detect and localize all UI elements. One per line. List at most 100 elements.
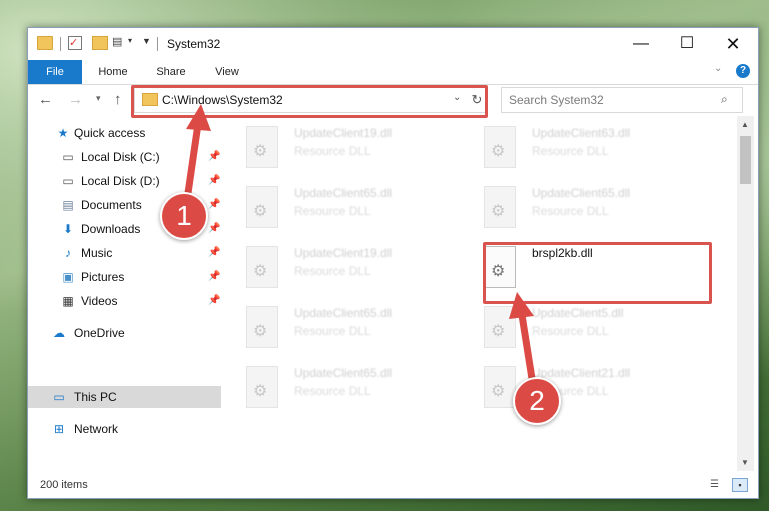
sidebar-item-music[interactable]: ♪ Music 📌 [28,242,221,264]
music-icon: ♪ [65,246,71,260]
search-box[interactable]: Search System32 ⌕ [501,87,743,113]
sidebar-item-label: Local Disk (D:) [81,174,160,188]
forward-arrow-icon[interactable]: → [68,91,83,108]
file-highlight [483,242,712,304]
dll-file-icon: ⚙ [246,126,278,168]
tab-share[interactable]: Share [148,60,194,84]
file-description: Resource DLL [294,264,371,278]
close-button[interactable]: ✕ [710,28,756,60]
sidebar-item-pictures[interactable]: ▣ Pictures 📌 [28,266,221,288]
navigation-pane: ★ Quick access ▭ Local Disk (C:) 📌 ▭ Loc… [28,116,221,471]
dll-file-icon: ⚙ [484,366,516,408]
gear-icon: ⚙ [253,203,268,220]
customize-dropdown-icon[interactable]: ▾ [128,36,132,45]
list-icon[interactable]: ▤ [112,36,126,48]
address-bar-highlight [131,85,488,118]
pin-icon[interactable]: 📌 [208,242,220,264]
list-item[interactable]: ⚙ UpdateClient65.dll Resource DLL [228,364,458,416]
up-arrow-icon[interactable]: ↑ [114,91,122,108]
chevron-down-icon[interactable]: ▼ [142,36,151,46]
properties-check-icon[interactable]: ✓ [68,36,82,50]
search-icon[interactable]: ⌕ [721,92,728,107]
list-item[interactable]: ⚙ UpdateClient63.dll Resource DLL [466,124,696,176]
sidebar-item-label: OneDrive [74,326,125,340]
tab-file[interactable]: File [28,60,82,84]
recent-locations-icon[interactable]: ▾ [96,93,101,104]
sidebar-item-onedrive[interactable]: ☁ OneDrive [28,322,221,344]
large-icons-view-icon[interactable]: ▪ [732,478,748,492]
tab-home[interactable]: Home [90,60,136,84]
sidebar-item-local-disk-d[interactable]: ▭ Local Disk (D:) 📌 [28,170,221,192]
sidebar-item-label: Network [74,422,119,436]
file-name: UpdateClient19.dll [294,246,393,260]
back-arrow-icon[interactable]: ← [38,91,53,108]
folder-icon[interactable] [37,36,53,50]
drive-c-icon: ▭ [62,150,74,164]
file-description: Resource DLL [294,324,371,338]
help-icon[interactable]: ? [736,64,750,78]
details-view-icon[interactable]: ☰ [710,479,724,491]
pin-icon[interactable]: 📌 [208,266,220,288]
sidebar-item-label: Downloads [81,222,141,236]
minimize-button[interactable]: — [618,28,664,60]
drive-d-icon: ▭ [62,174,74,188]
documents-icon: ▤ [62,198,74,212]
sidebar-item-label: Quick access [74,126,146,140]
sidebar-item-label: Music [81,246,113,260]
file-name: UpdateClient65.dll [294,306,393,320]
tab-view[interactable]: View [204,60,250,84]
divider [60,37,61,51]
dll-file-icon: ⚙ [484,126,516,168]
pin-icon[interactable]: 📌 [208,290,220,312]
star-icon: ★ [57,126,69,140]
pin-icon[interactable]: 📌 [208,218,220,240]
pin-icon[interactable]: 📌 [208,170,220,192]
list-item[interactable]: ⚙ UpdateClient19.dll Resource DLL [228,124,458,176]
dll-file-icon: ⚙ [246,186,278,228]
sidebar-item-local-disk-c[interactable]: ▭ Local Disk (C:) 📌 [28,146,221,168]
title-bar: ✓ ▤ ▾ ▼ System32 — ☐ ✕ [28,28,758,60]
maximize-button[interactable]: ☐ [664,28,710,60]
sidebar-item-videos[interactable]: ▦ Videos 📌 [28,290,221,312]
list-item[interactable]: ⚙ UpdateClient19.dll Resource DLL [228,244,458,296]
gear-icon: ⚙ [253,263,268,280]
pin-icon[interactable]: 📌 [208,146,220,168]
sidebar-item-label: Local Disk (C:) [81,150,160,164]
divider [157,37,158,51]
dll-file-icon: ⚙ [484,186,516,228]
list-item[interactable]: ⚙ UpdateClient5.dll Resource DLL [466,304,696,356]
scroll-thumb[interactable] [740,136,751,184]
file-description: Resource DLL [294,384,371,398]
expand-ribbon-icon[interactable]: ⌄ [714,63,722,74]
search-input[interactable]: Search System32 [509,93,604,107]
item-count: 200 items [40,479,88,491]
gear-icon: ⚙ [253,323,268,340]
this-pc-icon: ▭ [53,390,65,404]
downloads-icon: ⬇ [62,222,74,236]
list-item[interactable]: ⚙ UpdateClient21.dll Resource DLL [466,364,696,416]
gear-icon: ⚙ [253,383,268,400]
sidebar-item-network[interactable]: ⊞ Network [28,418,221,440]
sidebar-item-this-pc[interactable]: ▭ This PC [28,386,221,408]
pin-icon[interactable]: 📌 [208,194,220,216]
scroll-down-icon[interactable]: ▼ [741,458,749,467]
new-folder-icon[interactable] [92,36,108,50]
vertical-scrollbar[interactable]: ▲ ▼ [737,116,754,471]
file-description: Resource DLL [294,144,371,158]
list-item[interactable]: ⚙ UpdateClient65.dll Resource DLL [228,184,458,236]
dll-file-icon: ⚙ [246,306,278,348]
gear-icon: ⚙ [491,323,506,340]
onedrive-icon: ☁ [53,326,65,340]
gear-icon: ⚙ [491,143,506,160]
file-description: Resource DLL [532,144,609,158]
file-name: UpdateClient5.dll [532,306,624,320]
file-name: UpdateClient21.dll [532,366,631,380]
status-bar: 200 items ☰ ▪ [28,475,758,497]
gear-icon: ⚙ [253,143,268,160]
list-item[interactable]: ⚙ UpdateClient65.dll Resource DLL [228,304,458,356]
scroll-up-icon[interactable]: ▲ [741,120,749,129]
list-item[interactable]: ⚙ UpdateClient65.dll Resource DLL [466,184,696,236]
sidebar-item-label: Documents [81,198,142,212]
step-1-badge: 1 [160,192,208,240]
sidebar-item-quick-access[interactable]: ★ Quick access [28,122,221,144]
